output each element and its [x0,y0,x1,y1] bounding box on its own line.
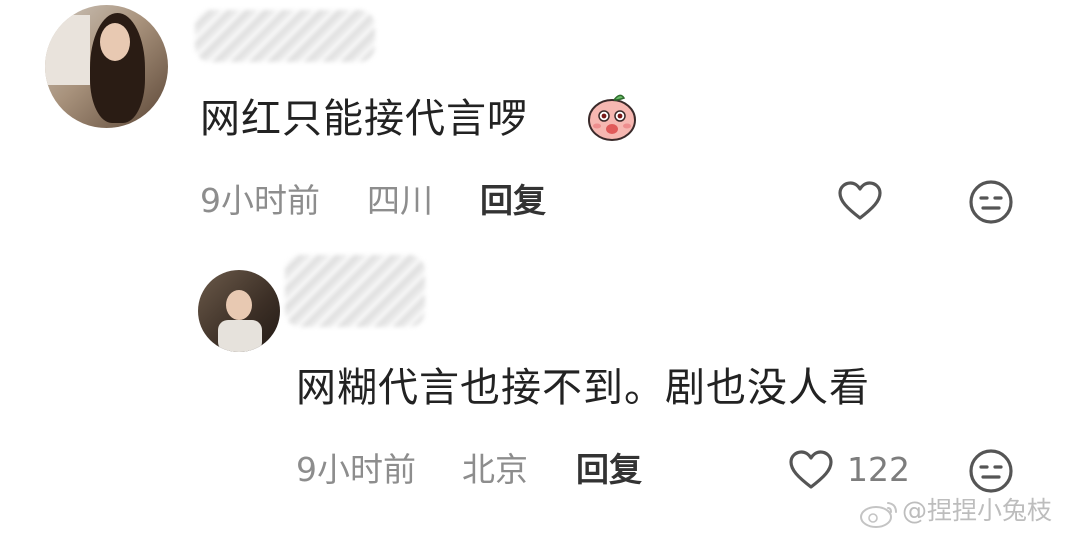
reply-button[interactable]: 回复 [576,449,642,491]
like-count: 122 [847,450,910,489]
reply-button[interactable]: 回复 [480,180,546,222]
comment-text: 网红只能接代言啰 [200,96,528,142]
heart-icon[interactable] [836,177,884,225]
comment-time: 9小时前 [296,450,416,489]
avatar[interactable] [45,5,168,128]
neutral-face-icon[interactable] [968,179,1014,225]
blurred-username[interactable] [195,10,375,62]
comment-time: 9小时前 [200,181,320,220]
weibo-logo-icon [860,502,897,528]
avatar[interactable] [198,270,280,352]
blurred-username[interactable] [285,255,425,327]
comment-location: 北京 [462,450,528,489]
blushing-peach-emoji-icon [588,94,636,141]
heart-icon[interactable] [787,446,835,494]
comment-location: 四川 [367,181,433,220]
neutral-face-icon[interactable] [968,448,1014,494]
comment-text: 网糊代言也接不到。剧也没人看 [296,365,870,411]
watermark: @捏捏小兔枝 [902,496,1053,525]
